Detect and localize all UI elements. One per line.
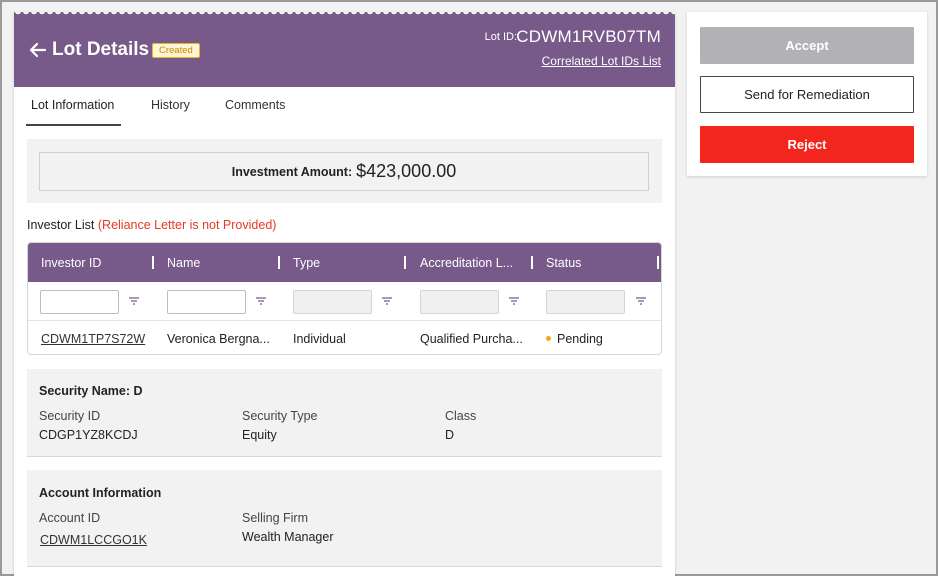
filter-icon[interactable] [255,295,267,307]
filter-icon[interactable] [508,295,520,307]
account-info-section: Account Information Account ID CDWM1LCCG… [27,470,662,567]
status-badge: Created [152,43,200,58]
status-filter-input[interactable] [546,290,625,314]
security-id-label: Security ID [39,409,101,423]
investment-panel: Investment Amount: $423,000.00 [27,139,662,203]
security-type-label: Security Type [242,409,318,423]
investor-id-filter-input[interactable] [40,290,119,314]
correlated-lot-ids-link[interactable]: Correlated Lot IDs List [542,54,661,68]
security-name-heading: Security Name: D [39,384,143,398]
lot-details-card: Lot Details Created Lot ID: CDWM1RVB07TM… [14,12,675,576]
accreditation-filter-input[interactable] [420,290,499,314]
tab-lot-information[interactable]: Lot Information [31,98,114,112]
pending-status-dot-icon [546,336,551,342]
filter-icon[interactable] [128,295,140,307]
selling-firm-value: Wealth Manager [242,530,334,544]
class-value: D [445,428,455,442]
accept-button[interactable]: Accept [700,27,914,64]
table-row[interactable]: CDWM1TP7S72W Veronica Bergna... Individu… [28,322,661,354]
grid-filter-row [28,282,661,321]
app-frame: Lot Details Created Lot ID: CDWM1RVB07TM… [0,0,938,576]
security-info-section: Security Name: D Security ID CDGP1YZ8KCD… [27,369,662,457]
security-type-value: Equity [242,428,277,442]
column-header-investor-id[interactable]: Investor ID [41,256,101,270]
send-for-remediation-button[interactable]: Send for Remediation [700,76,914,113]
reliance-letter-warning: (Reliance Letter is not Provided) [97,218,277,232]
account-info-heading: Account Information [39,486,162,500]
selling-firm-label: Selling Firm [242,511,308,525]
class-label: Class [445,409,477,423]
investor-id-link[interactable]: CDWM1TP7S72W [41,332,145,346]
page-title: Lot Details [52,39,150,60]
column-resize-handle[interactable] [404,256,406,269]
investor-list-label: Investor List [27,218,95,232]
investor-name-cell: Veronica Bergna... [167,332,270,346]
column-resize-handle[interactable] [152,256,154,269]
security-id-value: CDGP1YZ8KCDJ [39,428,138,442]
investment-amount-label: Investment Amount: [231,164,353,179]
column-header-status[interactable]: Status [546,256,581,270]
tab-history[interactable]: History [151,98,190,112]
lot-header: Lot Details Created Lot ID: CDWM1RVB07TM… [14,12,675,87]
header-scallop-edge [14,12,675,17]
investor-type-cell: Individual [293,332,346,346]
column-resize-handle[interactable] [278,256,280,269]
column-header-type[interactable]: Type [293,256,320,270]
column-header-name[interactable]: Name [167,256,200,270]
grid-header-row: Investor ID Name Type Accreditation L...… [28,243,661,282]
reject-button[interactable]: Reject [700,126,914,163]
name-filter-input[interactable] [167,290,246,314]
investor-list-heading: Investor List (Reliance Letter is not Pr… [27,218,276,232]
column-header-accreditation[interactable]: Accreditation L... [420,256,513,270]
actions-panel: Accept Send for Remediation Reject [687,12,927,176]
investor-grid: Investor ID Name Type Accreditation L...… [27,242,662,355]
account-id-label: Account ID [39,511,101,525]
status-cell: Pending [546,332,603,346]
investment-amount-value: $423,000.00 [356,161,457,181]
lot-id-label: Lot ID: [484,31,517,43]
account-id-link[interactable]: CDWM1LCCGO1K [40,533,147,547]
investment-amount-box: Investment Amount: $423,000.00 [39,152,649,191]
back-arrow-icon[interactable] [28,40,48,60]
type-filter-input[interactable] [293,290,372,314]
status-text: Pending [557,332,603,346]
active-tab-indicator [26,124,121,126]
lot-id-value: CDWM1RVB07TM [516,27,661,46]
accreditation-cell: Qualified Purcha... [420,332,523,346]
filter-icon[interactable] [381,295,393,307]
column-resize-handle[interactable] [531,256,533,269]
column-resize-handle[interactable] [657,256,659,269]
filter-icon[interactable] [635,295,647,307]
tab-comments[interactable]: Comments [225,98,285,112]
